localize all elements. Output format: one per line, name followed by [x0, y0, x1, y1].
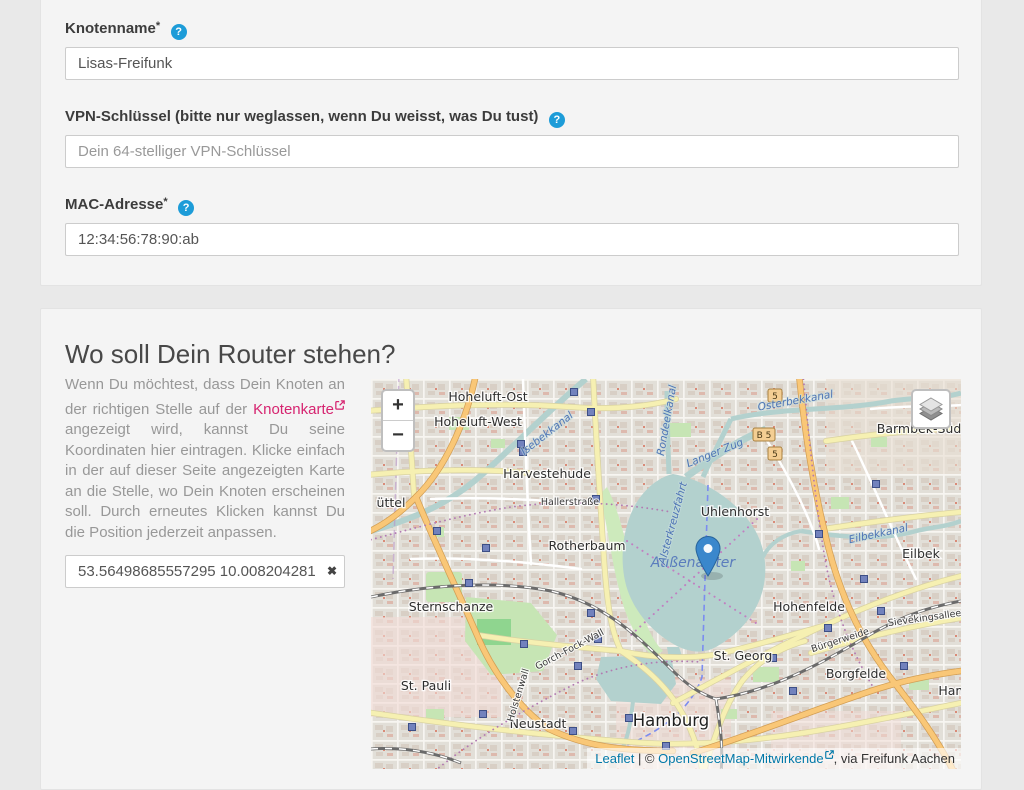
map-label: Borgfelde [826, 666, 887, 681]
road-badge-label: B 5 [757, 431, 772, 441]
knotenkarte-link-label: Knotenkarte [253, 401, 334, 418]
nodename-label: Knotenname [65, 20, 156, 37]
location-help-text: Wenn Du möchtest, dass Dein Knoten an de… [65, 375, 345, 543]
map-label: Hamburg [633, 711, 710, 730]
station-marker [878, 608, 885, 615]
zoom-out-button[interactable]: − [383, 421, 413, 450]
station-marker [570, 728, 577, 735]
road-badge-label: 5 [772, 450, 778, 460]
form-group-vpnkey: VPN-Schlüssel (bitte nur weglassen, wenn… [65, 108, 957, 168]
station-marker [901, 663, 908, 670]
node-form-card: Knotenname* ? VPN-Schlüssel (bitte nur w… [40, 0, 982, 286]
station-marker [571, 389, 578, 396]
form-group-mac: MAC-Adresse* ? [65, 196, 957, 256]
station-marker [434, 528, 441, 535]
external-link-icon [335, 396, 345, 417]
help-icon[interactable]: ? [171, 24, 187, 40]
map-label: Sternschanze [409, 599, 494, 614]
nodename-input[interactable] [65, 47, 959, 80]
clear-coordinates-icon[interactable]: ✖ [327, 564, 337, 578]
map-label: St. Georg [714, 648, 773, 663]
station-marker [480, 711, 487, 718]
map-label: Harvestehude [503, 466, 591, 481]
station-marker [873, 481, 880, 488]
map-label: Uhlenhorst [701, 504, 769, 519]
mac-input[interactable] [65, 223, 959, 256]
station-marker [790, 688, 797, 695]
map-label: Hoheluft-West [434, 414, 522, 429]
station-marker [521, 641, 528, 648]
map-label: Rotherbaum [548, 538, 625, 553]
map-label: Hohenfelde [773, 599, 845, 614]
help-text-after: angezeigt wird, kannst Du seine Koordina… [65, 421, 345, 541]
station-marker [483, 545, 490, 552]
station-marker [816, 531, 823, 538]
form-group-nodename: Knotenname* ? [65, 20, 957, 80]
help-icon[interactable]: ? [549, 112, 565, 128]
map-attribution: Leaflet | © OpenStreetMap-Mitwirkende , v… [587, 748, 961, 769]
help-icon[interactable]: ? [178, 200, 194, 216]
station-marker [626, 715, 633, 722]
location-help-column: Wenn Du möchtest, dass Dein Knoten an de… [65, 375, 345, 588]
knotenkarte-link[interactable]: Knotenkarte [253, 401, 345, 418]
station-marker [466, 580, 473, 587]
map-label: Hallerstraße [541, 497, 599, 508]
station-marker [575, 663, 582, 670]
map-label: Hoheluft-Ost [448, 389, 527, 404]
station-marker [588, 610, 595, 617]
map-label: Neustadt [510, 716, 567, 731]
required-asterisk: * [156, 20, 160, 32]
layers-icon [913, 391, 949, 427]
attribution-separator: | © [634, 751, 658, 766]
vpnkey-input[interactable] [65, 135, 959, 168]
vpnkey-label: VPN-Schlüssel (bitte nur weglassen, wenn… [65, 108, 538, 125]
leaflet-link[interactable]: Leaflet [595, 751, 634, 766]
location-card: Wo soll Dein Router stehen? Wenn Du möch… [40, 308, 982, 790]
coordinates-field: ✖ [65, 555, 345, 588]
external-link-icon [825, 750, 834, 759]
coordinates-input[interactable] [65, 555, 345, 588]
page-title: Wo soll Dein Router stehen? [65, 339, 957, 370]
map-label: Eilbek [902, 546, 940, 561]
map-canvas[interactable]: 5B 55 Hoheluft-OstHoheluft-WestHarvesteh… [371, 379, 961, 769]
station-marker [825, 625, 832, 632]
zoom-in-button[interactable]: + [383, 391, 413, 421]
map-label: üttel [377, 495, 406, 510]
station-marker [861, 576, 868, 583]
map-label: Ham [938, 683, 961, 698]
osm-link[interactable]: OpenStreetMap-Mitwirkende [658, 751, 823, 766]
attribution-suffix: , via Freifunk Aachen [834, 751, 955, 766]
map-label: St. Pauli [401, 678, 451, 693]
layers-control-button[interactable] [911, 389, 951, 429]
station-marker [409, 724, 416, 731]
station-marker [588, 409, 595, 416]
zoom-control: + − [381, 389, 415, 452]
required-asterisk: * [163, 196, 167, 208]
mac-label: MAC-Adresse [65, 196, 163, 213]
leaflet-map[interactable]: 5B 55 Hoheluft-OstHoheluft-WestHarvesteh… [371, 379, 961, 769]
